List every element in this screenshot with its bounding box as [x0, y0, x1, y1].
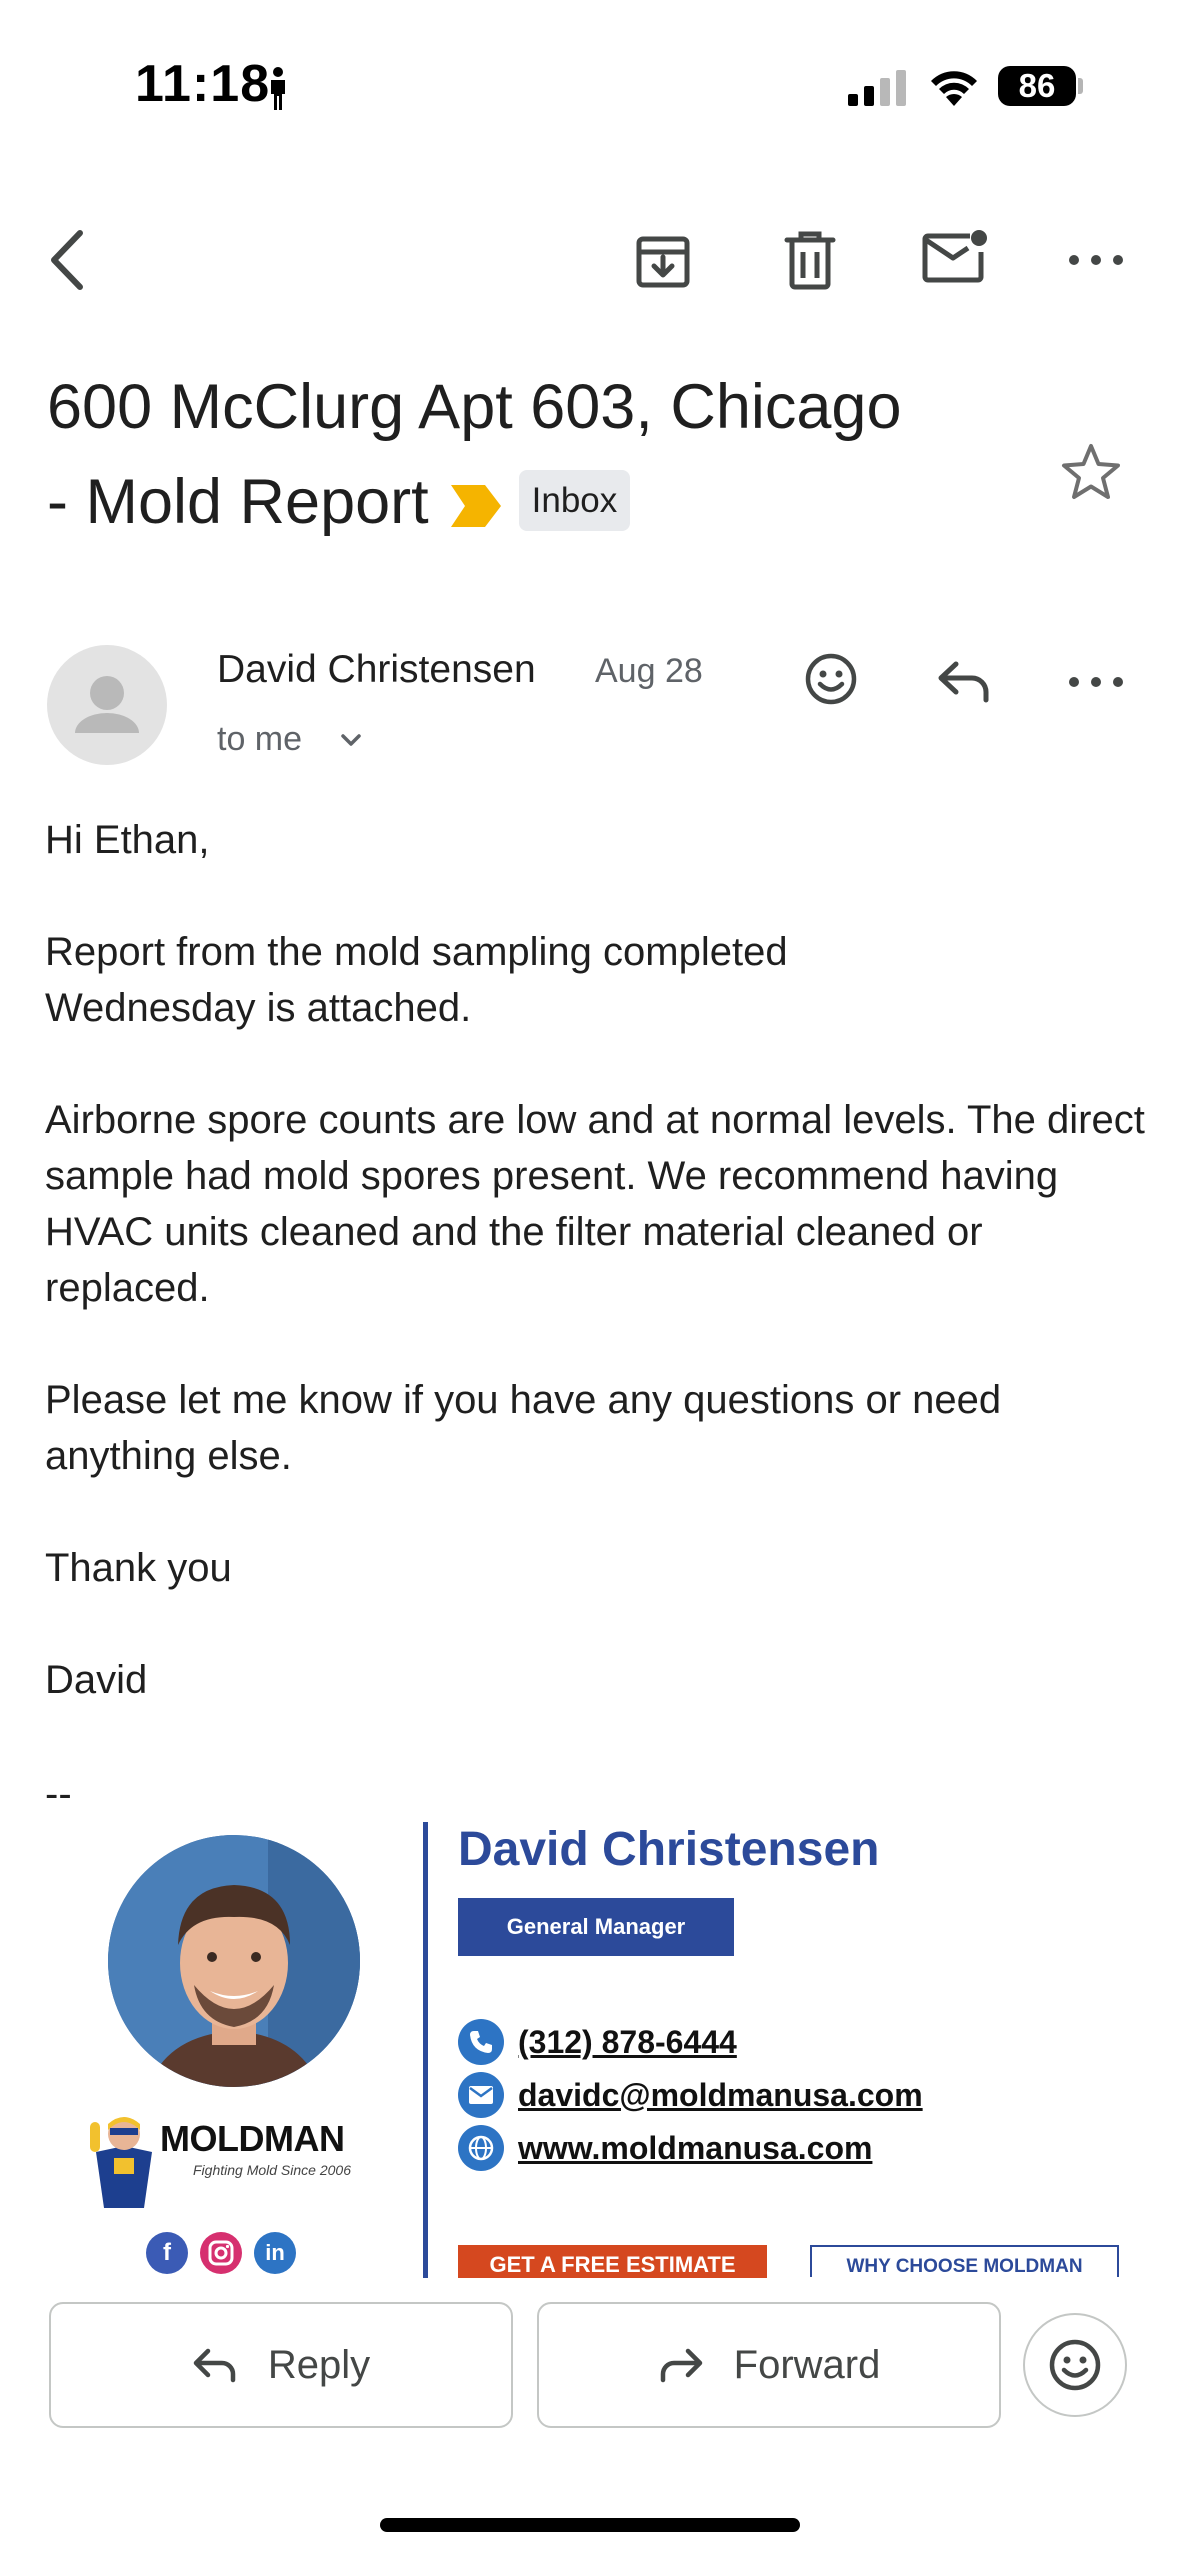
focus-person-icon — [268, 66, 288, 115]
signature-website[interactable]: www.moldmanusa.com — [518, 2130, 872, 2167]
subject-line-1: 600 McClurg Apt 603, Chicago — [47, 372, 902, 442]
signature-phone-row[interactable]: (312) 878-6444 — [458, 2019, 737, 2065]
importance-marker-icon[interactable] — [450, 459, 501, 554]
emoji-reaction-icon[interactable] — [804, 652, 858, 706]
subject-text: - Mold Report — [47, 467, 429, 537]
battery-nub — [1078, 78, 1083, 94]
forward-button-label: Forward — [733, 2342, 881, 2387]
reply-icon[interactable] — [936, 658, 992, 704]
moldman-logo-text: MOLDMAN — [160, 2118, 345, 2159]
inbox-label-chip[interactable]: Inbox — [518, 469, 631, 531]
thanks-line: Thank you — [45, 1546, 232, 1590]
signoff: David — [45, 1658, 148, 1702]
signature-separator: -- — [45, 1772, 72, 1816]
body-paragraph-3: Please let me know if you have any quest… — [45, 1378, 1002, 1478]
why-choose-button[interactable]: WHY CHOOSE MOLDMAN — [810, 2245, 1119, 2277]
globe-icon — [458, 2125, 504, 2171]
trash-icon[interactable] — [783, 230, 837, 290]
facebook-icon[interactable]: f — [146, 2232, 188, 2274]
signature-email[interactable]: davidc@moldmanusa.com — [518, 2077, 923, 2114]
smiley-icon — [1049, 2339, 1101, 2391]
recipient-details[interactable]: to me — [217, 720, 302, 759]
email-date: Aug 28 — [595, 652, 703, 690]
sender-name[interactable]: David Christensen — [217, 648, 536, 692]
signature-divider — [423, 1822, 428, 2278]
forward-button[interactable]: Forward — [537, 2302, 1001, 2428]
emoji-react-button[interactable] — [1023, 2313, 1127, 2417]
chevron-down-icon[interactable] — [340, 732, 362, 748]
mark-unread-icon[interactable] — [922, 228, 988, 286]
email-subject: 600 McClurg Apt 603, Chicago - Mold Repo… — [47, 360, 1007, 554]
linkedin-icon[interactable]: in — [254, 2232, 296, 2274]
reply-arrow-icon — [193, 2348, 236, 2383]
email-body: Hi Ethan, Report from the mold sampling … — [45, 812, 1155, 1764]
sender-avatar[interactable] — [47, 645, 167, 765]
moldman-mascot-logo — [86, 2112, 162, 2217]
signature-name: David Christensen — [458, 1823, 880, 1876]
email-icon — [458, 2072, 504, 2118]
wifi-icon — [928, 66, 980, 111]
moldman-tagline: Fighting Mold Since 2006 — [193, 2162, 351, 2178]
archive-icon[interactable] — [634, 232, 692, 290]
more-options-icon-message[interactable] — [1068, 672, 1124, 692]
subject-line-2: - Mold Report Inbox — [47, 455, 1007, 554]
free-estimate-button[interactable]: GET A FREE ESTIMATE — [458, 2245, 767, 2278]
greeting: Hi Ethan, — [45, 818, 210, 862]
home-indicator[interactable] — [380, 2518, 800, 2532]
battery-indicator: 86 — [998, 66, 1076, 106]
signature-job-title: General Manager — [458, 1898, 734, 1956]
reply-button[interactable]: Reply — [49, 2302, 513, 2428]
more-options-icon[interactable] — [1068, 250, 1124, 270]
phone-icon — [458, 2019, 504, 2065]
reply-button-label: Reply — [267, 2342, 371, 2387]
signature-website-row[interactable]: www.moldmanusa.com — [458, 2125, 872, 2171]
signature-photo — [108, 1835, 360, 2087]
signature-email-row[interactable]: davidc@moldmanusa.com — [458, 2072, 923, 2118]
status-time: 11:18 — [135, 55, 271, 113]
signal-icon — [848, 70, 908, 111]
body-paragraph-1: Report from the mold sampling completed … — [45, 930, 788, 1030]
body-paragraph-2: Airborne spore counts are low and at nor… — [45, 1098, 1145, 1310]
back-arrow-icon[interactable] — [42, 225, 92, 295]
instagram-icon[interactable] — [200, 2232, 242, 2274]
star-icon[interactable] — [1060, 442, 1122, 502]
signature-phone[interactable]: (312) 878-6444 — [518, 2024, 737, 2061]
forward-arrow-icon — [660, 2348, 702, 2383]
